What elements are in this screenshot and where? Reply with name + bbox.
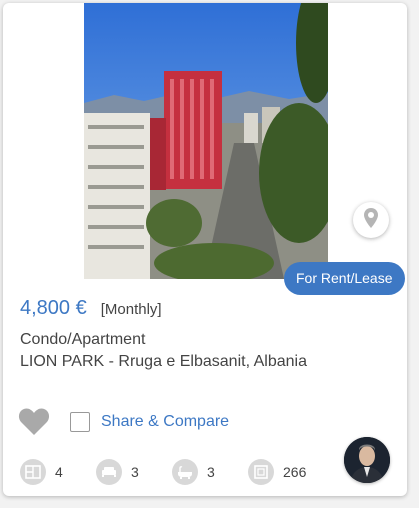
amenity-value: 3 bbox=[207, 464, 215, 480]
amenity-value: 3 bbox=[131, 464, 139, 480]
rooms-icon bbox=[20, 459, 46, 485]
listing-address: LION PARK - Rruga e Elbasanit, Albania bbox=[20, 353, 307, 370]
amenity-area: 266 bbox=[248, 459, 306, 485]
map-marker-icon bbox=[364, 207, 378, 233]
amenity-value: 266 bbox=[283, 464, 307, 480]
bath-icon bbox=[172, 459, 198, 485]
listing-card[interactable]: For Rent/Lease 4,800 € [Monthly] Condo/A… bbox=[3, 3, 407, 496]
property-type: Condo/Apartment bbox=[20, 331, 146, 348]
favorite-heart-icon[interactable] bbox=[18, 407, 50, 437]
share-compare-toggle[interactable]: Share & Compare bbox=[70, 412, 229, 432]
compare-label[interactable]: Share & Compare bbox=[101, 413, 229, 431]
status-badge[interactable]: For Rent/Lease bbox=[284, 262, 405, 295]
compare-checkbox[interactable] bbox=[70, 412, 90, 432]
amenity-bathrooms: 3 bbox=[172, 459, 215, 485]
price-row: 4,800 € [Monthly] bbox=[20, 297, 162, 320]
bed-icon bbox=[96, 459, 122, 485]
price-period: [Monthly] bbox=[100, 301, 162, 318]
area-icon bbox=[248, 459, 274, 485]
amenity-rooms: 4 bbox=[20, 459, 63, 485]
map-pin-button[interactable] bbox=[353, 202, 389, 238]
listing-photo[interactable] bbox=[84, 3, 328, 279]
amenity-value: 4 bbox=[55, 464, 63, 480]
agent-avatar[interactable] bbox=[344, 437, 390, 483]
listing-price: 4,800 € bbox=[20, 297, 87, 319]
amenity-bedrooms: 3 bbox=[96, 459, 139, 485]
